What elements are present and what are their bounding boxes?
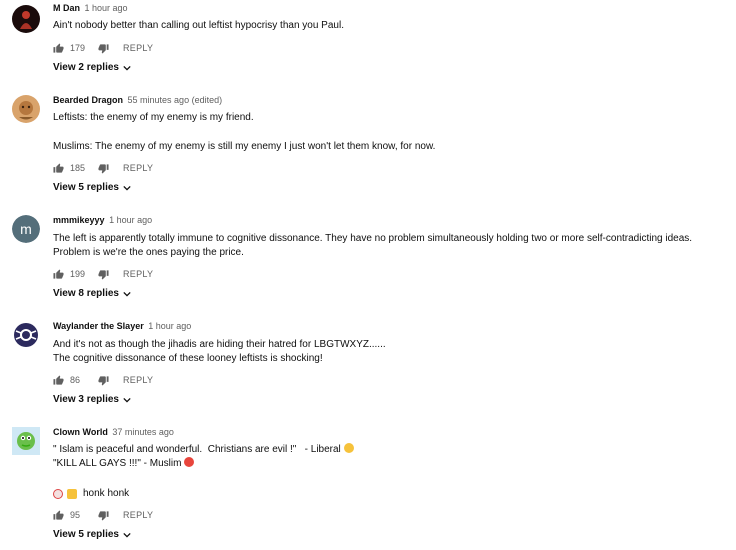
comment-header: Clown World 37 minutes ago [53, 427, 174, 437]
thumb-down-icon[interactable] [98, 510, 109, 521]
view-replies-label: View 5 replies [53, 182, 119, 193]
view-replies-label: View 8 replies [53, 288, 119, 299]
view-replies-button[interactable]: View 5 replies [53, 182, 131, 193]
reply-button[interactable]: REPLY [123, 510, 153, 520]
like-count: 86 [70, 375, 81, 385]
comment-time[interactable]: 1 hour ago [109, 215, 152, 225]
comment-text: Ain't nobody better than calling out lef… [53, 20, 344, 31]
thumb-up-icon[interactable] [53, 268, 64, 280]
author-name[interactable]: Waylander the Slayer [53, 321, 144, 331]
comment-time[interactable]: 37 minutes ago [112, 427, 174, 437]
comment-text-segment: " Islam is peaceful and wonderful. Chris… [53, 444, 341, 455]
angry-face-emoji-icon [184, 457, 195, 467]
reply-button[interactable]: REPLY [123, 375, 153, 385]
author-name[interactable]: M Dan [53, 3, 80, 13]
comment-header: mmmikeyyy 1 hour ago [53, 215, 152, 225]
reply-button[interactable]: REPLY [123, 269, 153, 279]
view-replies-label: View 3 replies [53, 394, 119, 405]
like-count: 199 [70, 269, 86, 279]
view-replies-button[interactable]: View 2 replies [53, 62, 131, 73]
thumb-up-icon[interactable] [53, 374, 64, 386]
comment-text-line: Leftists: the enemy of my enemy is my fr… [53, 112, 254, 123]
comment-time[interactable]: 55 minutes ago (edited) [128, 95, 223, 105]
author-name[interactable]: mmmikeyyy [53, 215, 105, 225]
comment-actions: 185 REPLY [53, 161, 153, 175]
reply-button[interactable]: REPLY [123, 43, 153, 53]
comment-text-line: honk honk [53, 487, 129, 501]
reply-button[interactable]: REPLY [123, 163, 153, 173]
thumb-up-icon[interactable] [53, 509, 64, 521]
avatar-letter: m [12, 215, 40, 243]
chevron-down-icon [123, 531, 131, 539]
thumb-down-icon[interactable] [98, 269, 109, 280]
smiling-face-emoji-icon [343, 443, 354, 453]
avatar[interactable] [12, 5, 40, 33]
comment-text: The left is apparently totally immune to… [53, 233, 695, 258]
avatar[interactable] [12, 427, 40, 455]
clown-emoji-icon [53, 489, 63, 499]
comment-header: M Dan 1 hour ago [53, 3, 128, 13]
comment-header: Waylander the Slayer 1 hour ago [53, 321, 191, 331]
author-name[interactable]: Bearded Dragon [53, 95, 123, 105]
chevron-down-icon [123, 64, 131, 72]
comment-time[interactable]: 1 hour ago [85, 3, 128, 13]
comment-header: Bearded Dragon 55 minutes ago (edited) [53, 95, 222, 105]
comment-text-line: And it's not as though the jihadis are h… [53, 339, 386, 350]
thumb-up-icon[interactable] [53, 162, 64, 174]
thumbs-up-emoji-icon [67, 489, 77, 499]
chevron-down-icon [123, 290, 131, 298]
view-replies-label: View 5 replies [53, 529, 119, 540]
view-replies-button[interactable]: View 5 replies [53, 529, 131, 540]
view-replies-button[interactable]: View 8 replies [53, 288, 131, 299]
avatar[interactable] [12, 321, 40, 349]
author-name[interactable]: Clown World [53, 427, 108, 437]
thumb-down-icon[interactable] [98, 375, 109, 386]
like-count: 185 [70, 163, 86, 173]
view-replies-label: View 2 replies [53, 62, 119, 73]
comment-time[interactable]: 1 hour ago [148, 321, 191, 331]
thumb-down-icon[interactable] [98, 163, 109, 174]
comment-actions: 179 REPLY [53, 41, 153, 55]
comment-actions: 199 REPLY [53, 267, 153, 281]
comment-text-segment: honk honk [83, 488, 130, 499]
avatar[interactable] [12, 95, 40, 123]
like-count: 95 [70, 510, 81, 520]
avatar[interactable]: m [12, 215, 40, 243]
comment-text-line: The cognitive dissonance of these looney… [53, 353, 323, 364]
chevron-down-icon [123, 396, 131, 404]
comment-actions: 86 REPLY [53, 373, 153, 387]
comment-text-line: " Islam is peaceful and wonderful. Chris… [53, 443, 713, 457]
chevron-down-icon [123, 184, 131, 192]
comment-text-line: Muslims: The enemy of my enemy is still … [53, 141, 436, 152]
comment-actions: 95 REPLY [53, 508, 153, 522]
thumb-up-icon[interactable] [53, 42, 64, 54]
like-count: 179 [70, 43, 86, 53]
comment-text-line: "KILL ALL GAYS !!!" - Muslim [53, 457, 713, 471]
comment-text-segment: "KILL ALL GAYS !!!" - Muslim [53, 458, 182, 469]
thumb-down-icon[interactable] [98, 43, 109, 54]
view-replies-button[interactable]: View 3 replies [53, 394, 131, 405]
